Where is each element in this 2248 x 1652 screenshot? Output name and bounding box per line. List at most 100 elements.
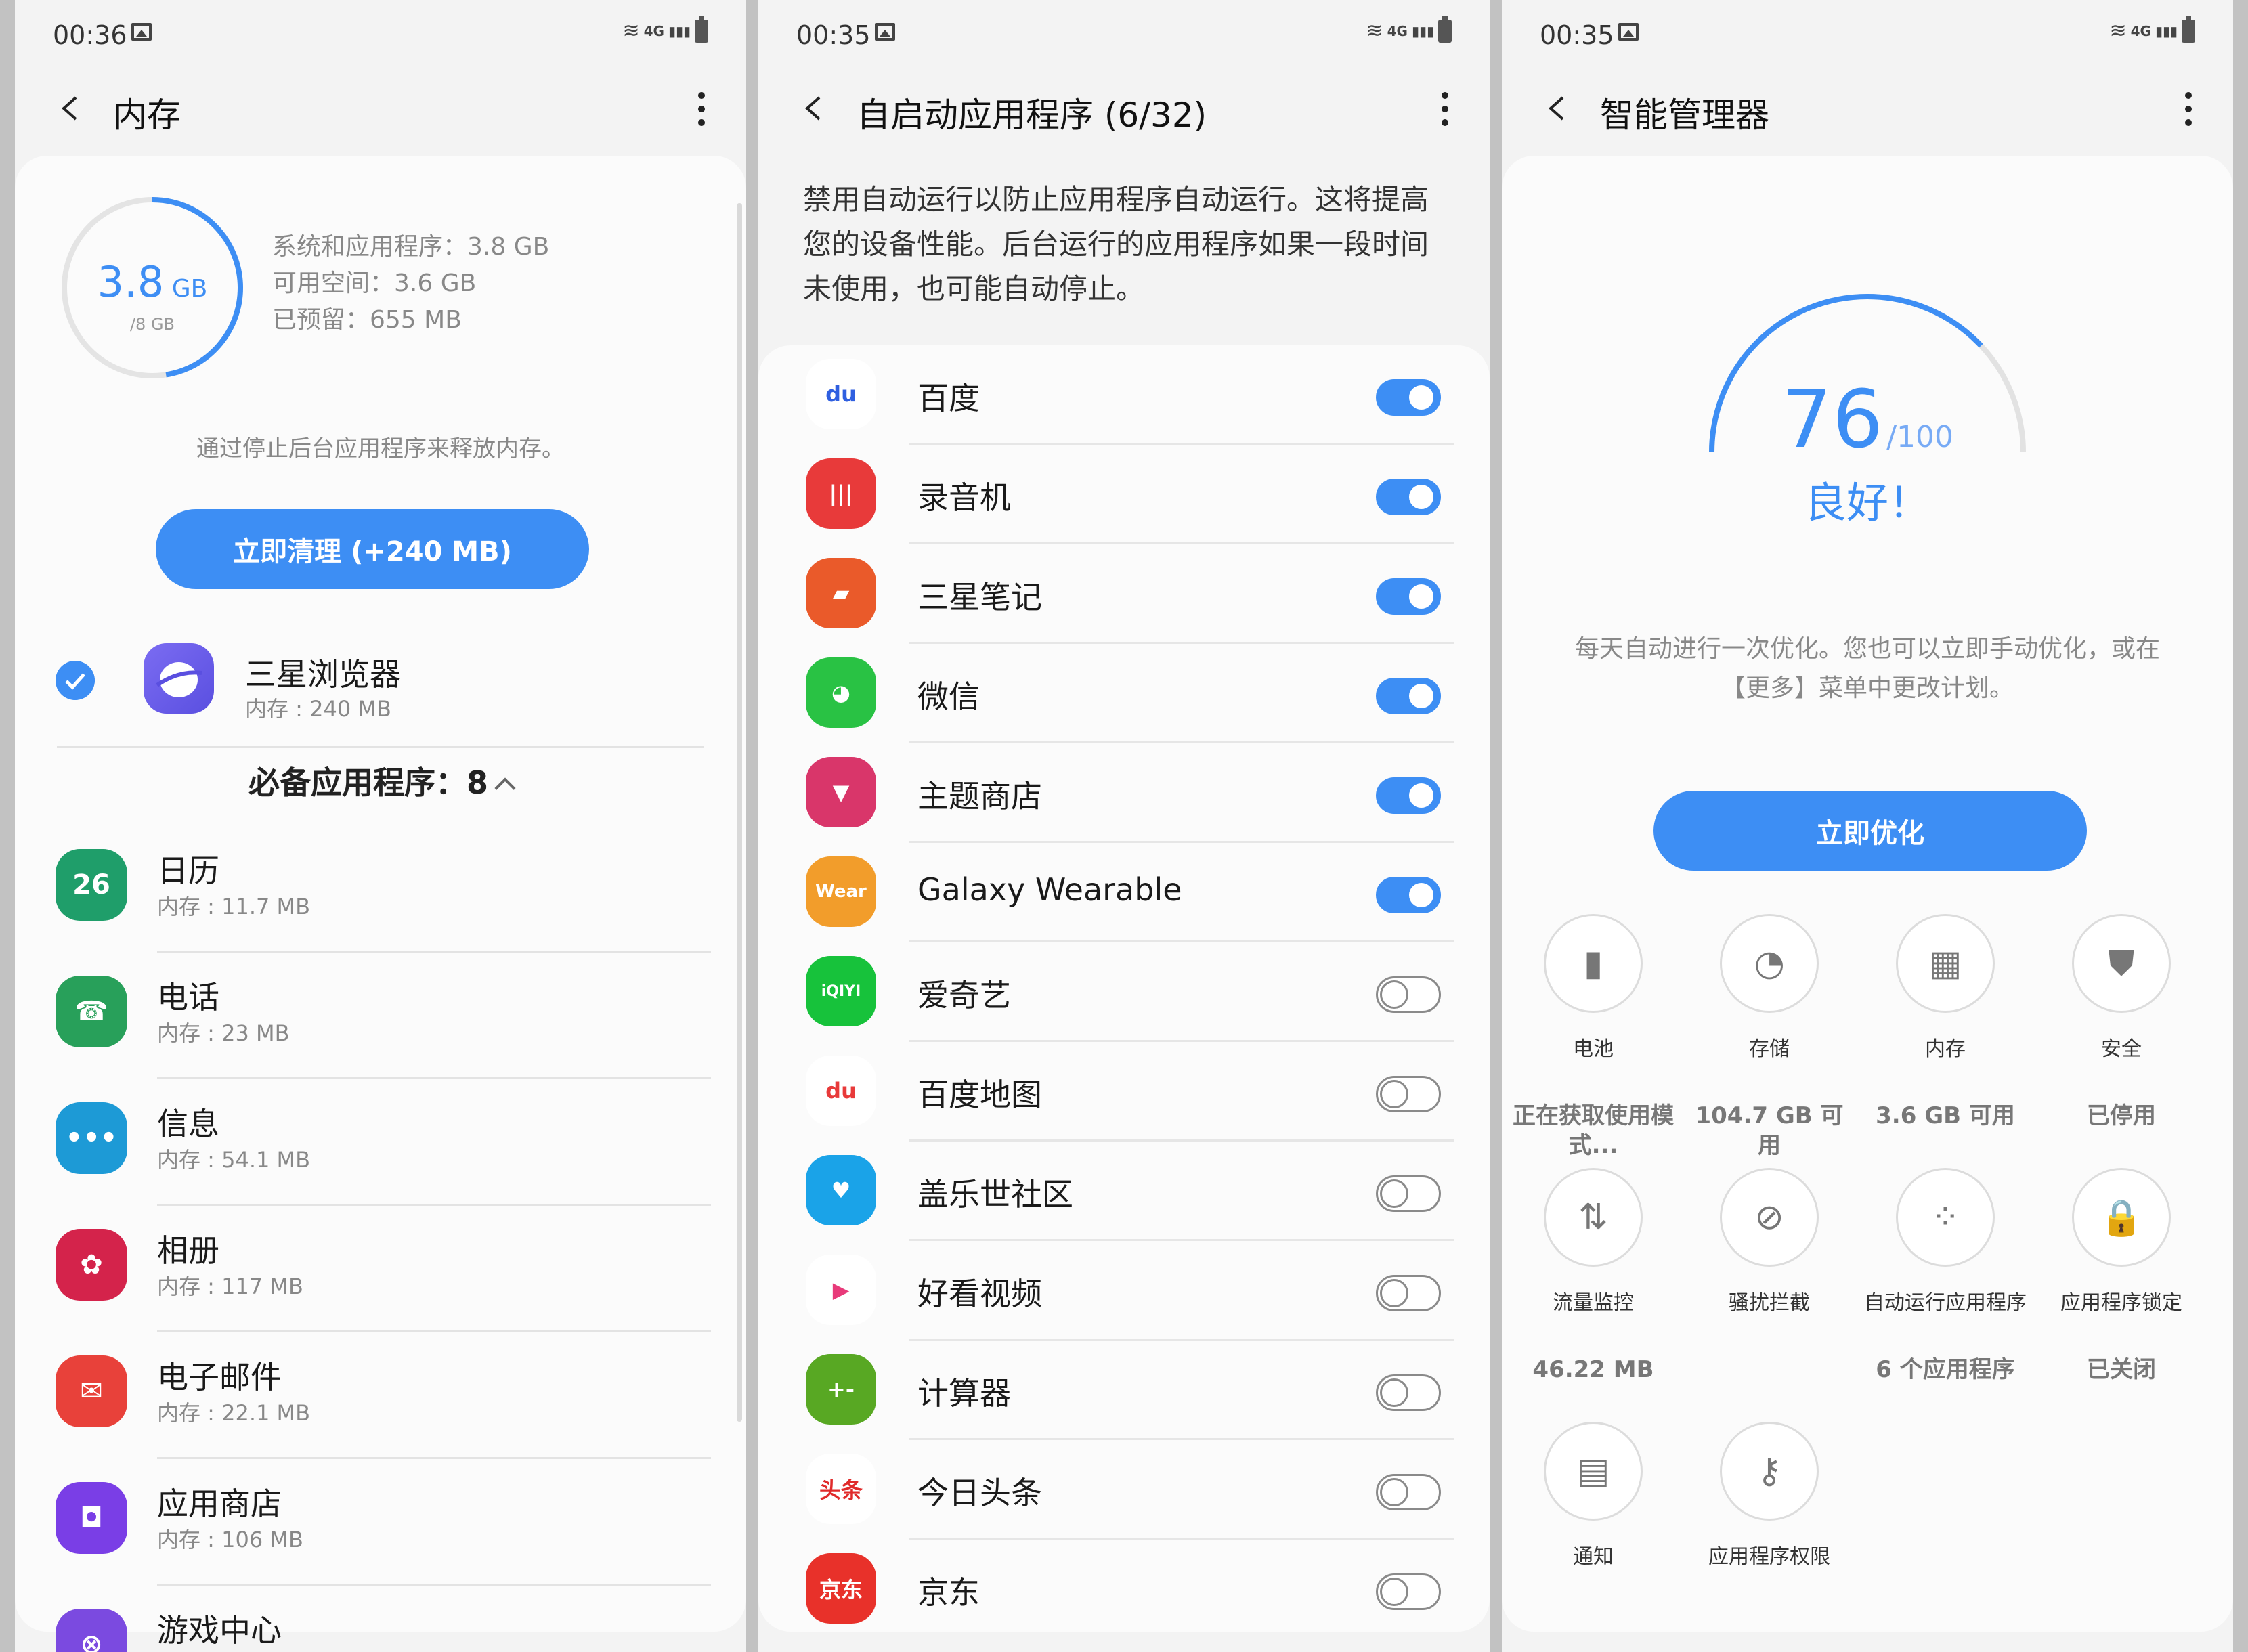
app-bar: 智能管理器 (1502, 74, 2233, 142)
app-name: 相册 (157, 1232, 219, 1269)
auto-start-row[interactable]: ▶ 好看视频 (758, 1241, 1490, 1341)
score-value: 76 (1781, 372, 1884, 466)
feature-tile[interactable]: ◔ 存储 104.7 GB 可用 (1685, 914, 1854, 1160)
status-icons: ≋ 4G ▮▮▮ (622, 16, 708, 43)
checkbox-checked-icon[interactable] (56, 661, 95, 700)
feature-icon-button[interactable]: ▤ (1544, 1422, 1643, 1521)
app-row[interactable]: 26 日历 内存 : 11.7 MB (15, 826, 746, 953)
feature-icon-button[interactable]: ⊘ (1720, 1168, 1819, 1267)
auto-start-row[interactable]: ♥ 盖乐世社区 (758, 1142, 1490, 1241)
feature-value: 已停用 (2087, 1102, 2156, 1129)
feature-tile[interactable]: ▤ 通知 (1509, 1422, 1678, 1609)
feature-icon-button[interactable]: ⚷ (1720, 1422, 1819, 1521)
feature-icon-button[interactable]: ▮ (1544, 914, 1643, 1013)
toggle-knob (1407, 383, 1435, 412)
storage-icon: ◔ (1754, 943, 1785, 984)
auto-start-row[interactable]: +- 计算器 (758, 1341, 1490, 1440)
app-name: 电话 (157, 979, 219, 1016)
memory-total: /8 GB (129, 315, 175, 334)
app-row[interactable]: ••• 信息 内存 : 54.1 MB (15, 1079, 746, 1206)
more-options-icon[interactable] (2184, 92, 2192, 126)
more-options-icon[interactable] (1441, 92, 1449, 126)
toggle-knob (1380, 1279, 1408, 1307)
messages-icon: ••• (56, 1102, 127, 1174)
feature-tile[interactable]: ▦ 内存 3.6 GB 可用 (1861, 914, 2030, 1131)
auto-start-row[interactable]: ▼ 主题商店 (758, 743, 1490, 843)
toggle-knob (1407, 781, 1435, 810)
feature-tile[interactable]: ▮ 电池 正在获取使用模式... (1509, 914, 1678, 1160)
auto-start-toggle[interactable] (1376, 1374, 1441, 1411)
auto-start-toggle[interactable] (1376, 1474, 1441, 1510)
battery-icon (695, 16, 708, 43)
auto-start-toggle[interactable] (1376, 976, 1441, 1013)
score-max: /100 (1886, 420, 1954, 454)
feature-icon-button[interactable]: 🔒 (2072, 1168, 2171, 1267)
auto-start-toggle[interactable] (1376, 578, 1441, 615)
back-icon[interactable] (56, 93, 85, 123)
auto-start-toggle[interactable] (1376, 777, 1441, 814)
scrollbar[interactable] (737, 203, 742, 1422)
toggle-knob (1380, 1080, 1408, 1108)
auto-start-row[interactable]: 头条 今日头条 (758, 1440, 1490, 1540)
store-icon: ◘ (56, 1482, 127, 1554)
auto-start-toggle[interactable] (1376, 678, 1441, 714)
auto-start-row[interactable]: du 百度地图 (758, 1042, 1490, 1142)
feature-tile[interactable]: ⁘ 自动运行应用程序 6 个应用程序 (1861, 1168, 2030, 1385)
memory-screen: 00:36 ≋ 4G ▮▮▮ 内存 3.8 GB /8 GB 系统和应用程序：3… (15, 0, 746, 1652)
auto-start-toggle[interactable] (1376, 1175, 1441, 1212)
auto-start-toggle[interactable] (1376, 877, 1441, 913)
feature-value: 46.22 MB (1532, 1356, 1654, 1383)
game-icon: ⊗ (56, 1609, 127, 1652)
auto-start-row[interactable]: ||| 录音机 (758, 445, 1490, 544)
app-name: 游戏中心 (157, 1612, 282, 1649)
essential-apps-header[interactable]: 必备应用程序：8 (15, 758, 746, 803)
feature-icon-button[interactable]: ⛊ (2072, 914, 2171, 1013)
back-icon[interactable] (1542, 93, 1572, 123)
app-row[interactable]: ✉ 电子邮件 内存 : 22.1 MB (15, 1332, 746, 1459)
app-row[interactable]: ⊗ 游戏中心 (15, 1586, 746, 1652)
feature-tile[interactable]: ⇅ 流量监控 46.22 MB (1509, 1168, 1678, 1385)
back-icon[interactable] (799, 93, 829, 123)
memory-hint: 通过停止后台应用程序来释放内存。 (196, 435, 565, 462)
feature-tile[interactable]: ⛊ 安全已停用 (2037, 914, 2206, 1131)
auto-start-row[interactable]: ◕ 微信 (758, 644, 1490, 743)
app-row[interactable]: ✿ 相册 内存 : 117 MB (15, 1206, 746, 1332)
auto-start-toggle[interactable] (1376, 479, 1441, 515)
phone-icon: ☎ (56, 976, 127, 1047)
auto-start-row[interactable]: Wear Galaxy Wearable (758, 843, 1490, 942)
feature-label: 安全 (2101, 1037, 2142, 1061)
optimize-now-button[interactable]: 立即优化 (1653, 791, 2087, 871)
app-name: 好看视频 (917, 1276, 1042, 1312)
page-title: 智能管理器 (1600, 95, 1769, 135)
auto-start-toggle[interactable] (1376, 379, 1441, 416)
feature-tile[interactable]: ⊘ 骚扰拦截 (1685, 1168, 1854, 1355)
auto-start-row[interactable]: iQIYI 爱奇艺 (758, 942, 1490, 1042)
selected-app-row[interactable]: 三星浏览器 内存 : 240 MB (15, 630, 746, 731)
feature-icon-button[interactable]: ◔ (1720, 914, 1819, 1013)
feature-icon-button[interactable]: ▦ (1896, 914, 1995, 1013)
feature-value: 已关闭 (2087, 1356, 2156, 1383)
feature-icon-button[interactable]: ⁘ (1896, 1168, 1995, 1267)
toggle-knob (1407, 682, 1435, 710)
auto-start-row[interactable]: 京东 京东 (758, 1540, 1490, 1639)
feature-tile[interactable]: 🔒 应用程序锁定 已关闭 (2037, 1168, 2206, 1385)
auto-start-toggle[interactable] (1376, 1573, 1441, 1610)
feature-icon-button[interactable]: ⇅ (1544, 1168, 1643, 1267)
auto-start-toggle[interactable] (1376, 1275, 1441, 1311)
feature-tile[interactable]: ⚷ 应用程序权限 (1685, 1422, 1854, 1609)
lock-icon: 🔒 (2099, 1197, 2144, 1238)
baidu-icon: du (806, 359, 876, 429)
auto-start-row[interactable]: ▰ 三星笔记 (758, 544, 1490, 644)
signal-icon: ▮▮▮ (1411, 22, 1434, 39)
more-options-icon[interactable] (697, 92, 706, 126)
auto-start-toggle[interactable] (1376, 1076, 1441, 1112)
network-label: 4G (1387, 22, 1408, 39)
clean-now-button[interactable]: 立即清理 (+240 MB) (156, 509, 589, 589)
page-title: 自启动应用程序 (6/32) (857, 95, 1207, 135)
app-row[interactable]: ☎ 电话 内存 : 23 MB (15, 953, 746, 1079)
memory-used: 3.8 GB (97, 257, 208, 307)
app-name: 微信 (917, 678, 980, 715)
notes-icon: ▰ (806, 558, 876, 628)
app-row[interactable]: ◘ 应用商店 内存 : 106 MB (15, 1459, 746, 1586)
auto-start-row[interactable]: du 百度 (758, 345, 1490, 445)
